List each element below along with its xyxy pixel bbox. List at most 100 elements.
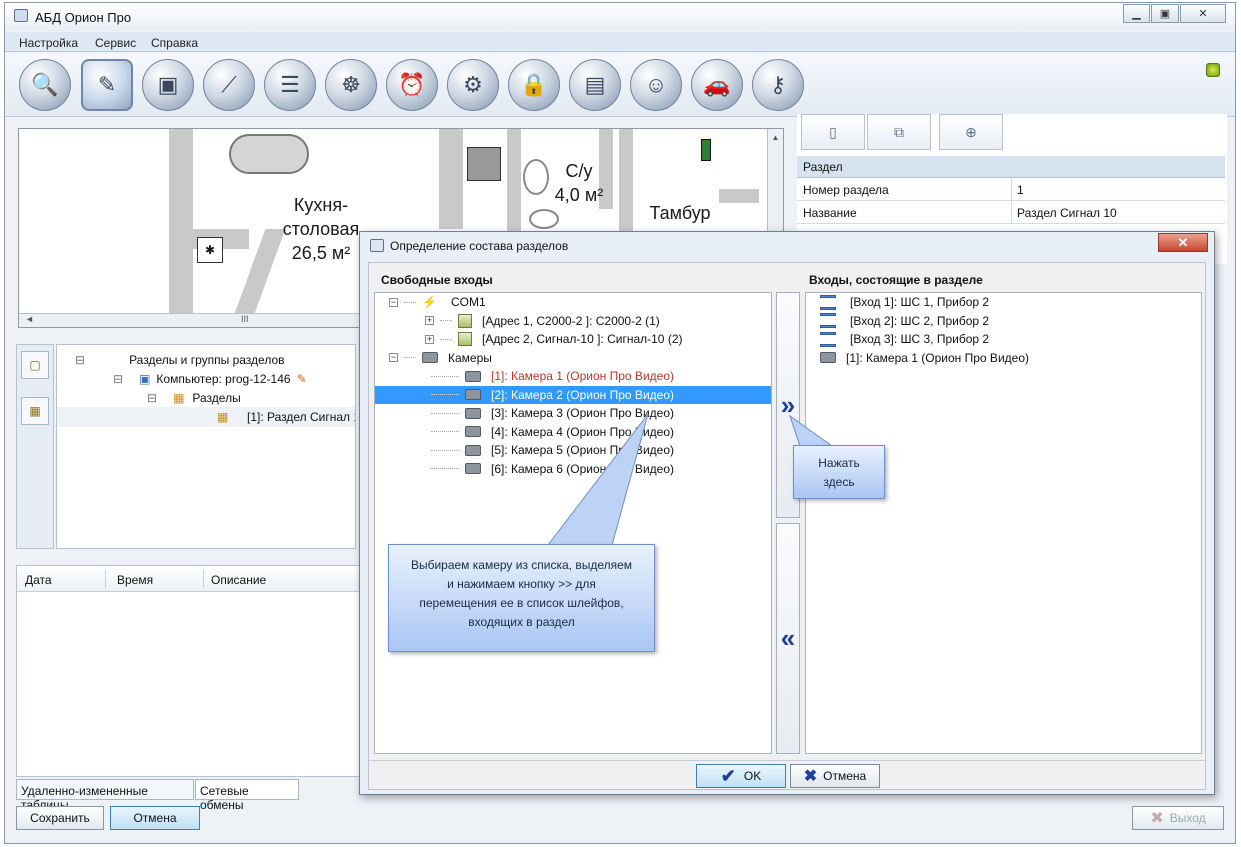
minimize-button[interactable]: ▁ <box>1123 4 1150 23</box>
callout-line: здесь <box>823 475 855 489</box>
id-card-button[interactable]: ▤ <box>569 59 621 111</box>
tree-device[interactable]: + [Адрес 1, С2000-2 ]: С2000-2 (1) <box>389 312 769 331</box>
menu-service[interactable]: Сервис <box>95 36 136 50</box>
key-button[interactable]: ⚷ <box>752 59 804 111</box>
user-photo-button[interactable]: ☺ <box>630 59 682 111</box>
search-icon: 🔍 <box>31 72 59 97</box>
collapse-icon: − <box>389 296 398 307</box>
camera-label: [1]: Камера 1 (Орион Про Видео) <box>491 369 674 384</box>
tree-root[interactable]: ⊟ Разделы и группы разделов <box>75 353 285 367</box>
callout-line: перемещения ее в список шлейфов, <box>419 596 624 610</box>
sections-tree: ⊟ Разделы и группы разделов ⊟ ▣ Компьютер: … <box>56 344 356 549</box>
device-icon <box>458 313 472 328</box>
car-button[interactable]: 🚗 <box>691 59 743 111</box>
tree-sections-label: Разделы <box>192 391 241 405</box>
tab-events[interactable]: ⧉ <box>867 114 931 150</box>
tree-section-1[interactable]: ▦ [1]: Раздел Сигнал 10 <box>57 407 355 427</box>
save-button[interactable]: Сохранить <box>16 806 104 830</box>
camera-item[interactable]: [5]: Камера 5 (Орион Про Видео) <box>375 441 771 460</box>
expand-icon: + <box>425 315 434 326</box>
add-page-icon: ⊕ <box>965 123 977 140</box>
column-description[interactable]: Описание <box>211 573 266 587</box>
close-button[interactable]: ✕ <box>1180 4 1226 23</box>
section-composition-dialog: Определение состава разделов ✕ Свободные… <box>359 231 1215 795</box>
id-card-icon: ▤ <box>584 72 606 97</box>
dialog-icon <box>370 239 384 252</box>
member-label: [1]: Камера 1 (Орион Про Видео) <box>846 350 1029 365</box>
dialog-cancel-button[interactable]: ✖ Отмена <box>790 764 880 788</box>
room-kitchen-name-1: Кухня- <box>293 195 349 215</box>
search-button[interactable]: 🔍 <box>19 59 71 111</box>
detector-icon[interactable] <box>701 139 711 161</box>
tab-add[interactable]: ⊕ <box>939 114 1003 150</box>
camera-item-selected[interactable]: [2]: Камера 2 (Орион Про Видео) <box>375 385 771 404</box>
device-button[interactable]: ▣ <box>142 59 194 111</box>
tree-device[interactable]: + [Адрес 2, Сигнал-10 ]: Сигнал-10 (2) <box>389 330 769 349</box>
tree-com-port[interactable]: − ⚡ COM1 <box>389 293 769 312</box>
camera-icon <box>465 407 481 419</box>
side-tab-sections[interactable]: ▦ <box>21 397 49 425</box>
callout-line: Нажать <box>818 456 860 470</box>
tree-computer[interactable]: ⊟ ▣ Компьютер: prog-12-146 ✎ <box>113 372 307 386</box>
property-value: Раздел Сигнал 10 <box>1017 206 1117 220</box>
exit-button[interactable]: ✖ Выход <box>1132 806 1224 830</box>
remove-from-section-button[interactable]: « <box>776 523 800 754</box>
property-key: Номер раздела <box>803 183 889 197</box>
room-wc-name: С/у <box>565 161 593 181</box>
lock-button[interactable]: 🔒 <box>508 59 560 111</box>
menu-settings[interactable]: Настройка <box>19 36 78 50</box>
tab-properties[interactable]: ▯ <box>801 114 865 150</box>
room-vestibule-name: Тамбур <box>649 203 711 223</box>
maximize-button[interactable]: ▣ <box>1151 4 1179 23</box>
document-button[interactable]: ☰ <box>264 59 316 111</box>
camera-item[interactable]: [6]: Камера 6 (Орион Про Видео) <box>375 460 771 479</box>
member-item[interactable]: [Вход 3]: ШС 3, Прибор 2 <box>820 330 1200 349</box>
camera-icon <box>465 444 481 456</box>
menu-help[interactable]: Справка <box>151 36 198 50</box>
alarm-clock-button[interactable]: ⏰ <box>386 59 438 111</box>
member-item[interactable]: [1]: Камера 1 (Орион Про Видео) <box>820 349 1200 368</box>
com-port-label: COM1 <box>450 295 486 310</box>
camera-item[interactable]: [1]: Камера 1 (Орион Про Видео) <box>375 367 771 386</box>
sections-icon: ▦ <box>29 404 41 418</box>
property-row[interactable]: Название Раздел Сигнал 10 <box>797 201 1225 224</box>
alarm-clock-icon: ⏰ <box>398 72 426 97</box>
camera-icon <box>465 463 481 475</box>
side-tab-structure[interactable]: ▢ <box>21 351 49 379</box>
properties-header: Раздел <box>797 156 1225 178</box>
camera-icon <box>422 352 438 364</box>
plan-editor-button[interactable]: ✎ <box>81 59 133 111</box>
tab-network[interactable]: Сетевые обмены <box>195 779 299 812</box>
title-bar[interactable]: АБД Орион Про ▁ ▣ ✕ <box>5 3 1235 31</box>
tree-cameras[interactable]: − Камеры <box>389 349 769 368</box>
camera-item[interactable]: [4]: Камера 4 (Орион Про Видео) <box>375 423 771 442</box>
exit-label: Выход <box>1169 811 1206 825</box>
input-loop-icon <box>820 331 836 347</box>
column-date[interactable]: Дата <box>25 573 52 587</box>
check-icon: ✔ <box>720 765 736 786</box>
scroll-grip[interactable]: III <box>241 314 249 324</box>
wheel-icon: ☸ <box>341 72 361 97</box>
member-item[interactable]: [Вход 2]: ШС 2, Прибор 2 <box>820 312 1200 331</box>
ok-button[interactable]: ✔ OK <box>696 764 786 788</box>
lock-icon: 🔒 <box>520 72 548 97</box>
expand-icon: + <box>425 333 434 344</box>
cancel-button[interactable]: Отмена <box>110 806 200 830</box>
barrier-button[interactable]: ⟋ <box>203 59 255 111</box>
free-inputs-tree: − ⚡ COM1 + [Адрес 1, С2000-2 ]: С2000-2 … <box>374 292 772 754</box>
camera-item[interactable]: [3]: Камера 3 (Орион Про Видео) <box>375 404 771 423</box>
member-item[interactable]: [Вход 1]: ШС 1, Прибор 2 <box>820 293 1200 312</box>
dialog-close-button[interactable]: ✕ <box>1158 233 1208 252</box>
device-label: [Адрес 2, Сигнал-10 ]: Сигнал-10 (2) <box>482 332 683 347</box>
settings-disk-icon: ⚙ <box>463 72 483 97</box>
plan-editor-icon: ✎ <box>97 72 117 97</box>
tree-sections[interactable]: ⊟ ▦ Разделы <box>147 391 241 405</box>
settings-disk-button[interactable]: ⚙ <box>447 59 499 111</box>
column-time[interactable]: Время <box>117 573 153 587</box>
wheel-button[interactable]: ☸ <box>325 59 377 111</box>
stack-icon: ⧉ <box>894 123 904 140</box>
property-row[interactable]: Номер раздела 1 <box>797 178 1225 201</box>
dialog-cancel-label: Отмена <box>823 769 867 783</box>
tab-remote-tables[interactable]: Удаленно-измененные таблицы <box>16 779 194 812</box>
camera-label: [3]: Камера 3 (Орион Про Видео) <box>491 406 674 421</box>
